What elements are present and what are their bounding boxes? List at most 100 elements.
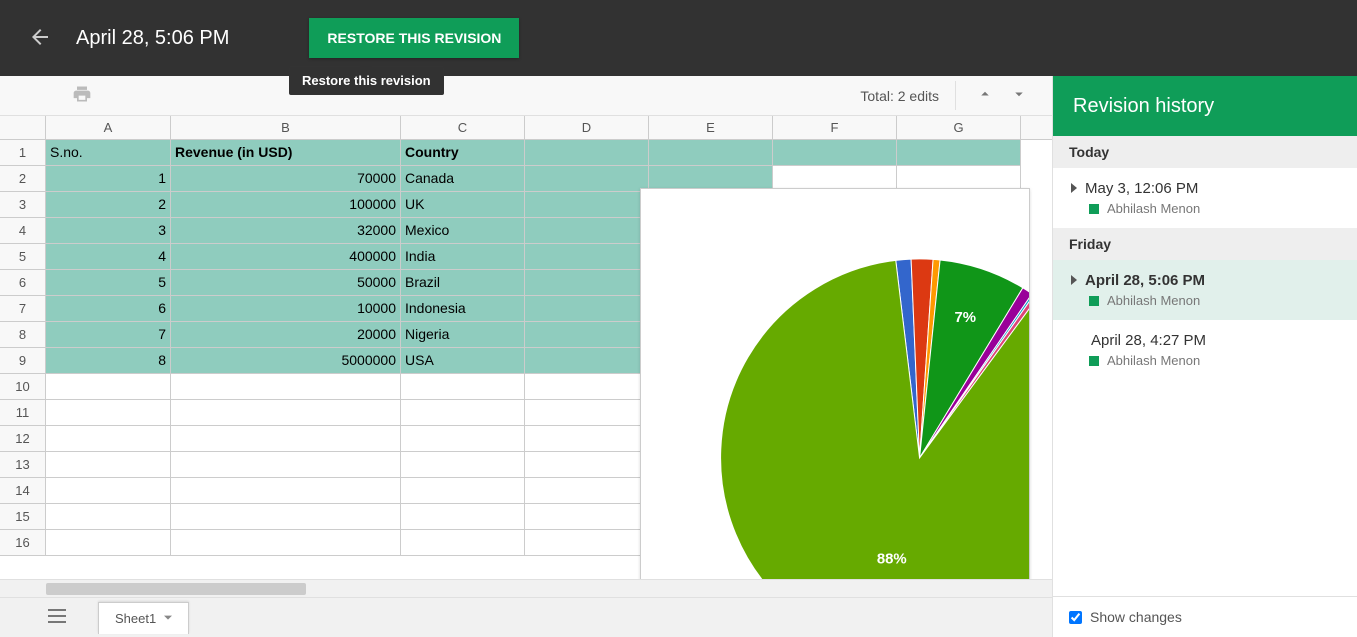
column-header[interactable]: F [773, 116, 897, 139]
cell[interactable] [401, 452, 525, 478]
cell[interactable]: 5 [46, 270, 171, 296]
row-header[interactable]: 3 [0, 192, 46, 218]
cell[interactable] [525, 426, 649, 452]
cell[interactable] [171, 504, 401, 530]
row-header[interactable]: 4 [0, 218, 46, 244]
cell[interactable]: 7 [46, 322, 171, 348]
cell[interactable]: Revenue (in USD) [171, 140, 401, 166]
row-header[interactable]: 10 [0, 374, 46, 400]
column-header[interactable]: A [46, 116, 171, 139]
back-arrow-icon[interactable] [20, 17, 60, 60]
cell[interactable] [525, 478, 649, 504]
cell[interactable] [171, 452, 401, 478]
spreadsheet-grid[interactable]: ABCDEFG 1S.no.Revenue (in USD)Country217… [0, 116, 1052, 579]
cell[interactable]: 100000 [171, 192, 401, 218]
cell[interactable] [525, 374, 649, 400]
row-header[interactable]: 9 [0, 348, 46, 374]
cell[interactable] [525, 452, 649, 478]
cell[interactable] [525, 270, 649, 296]
cell[interactable]: Canada [401, 166, 525, 192]
expand-arrow-icon[interactable] [1069, 273, 1079, 288]
cell[interactable]: 3 [46, 218, 171, 244]
cell[interactable]: 5000000 [171, 348, 401, 374]
sheet-tab[interactable]: Sheet1 [98, 602, 189, 634]
row-header[interactable]: 8 [0, 322, 46, 348]
show-changes-toggle[interactable]: Show changes [1053, 596, 1357, 637]
expand-arrow-icon[interactable] [1069, 181, 1079, 196]
cell[interactable]: 10000 [171, 296, 401, 322]
cell[interactable] [525, 140, 649, 166]
cell[interactable] [401, 426, 525, 452]
row-header[interactable]: 6 [0, 270, 46, 296]
cell[interactable]: 32000 [171, 218, 401, 244]
cell[interactable]: 2 [46, 192, 171, 218]
row-header[interactable]: 11 [0, 400, 46, 426]
revision-item[interactable]: May 3, 12:06 PMAbhilash Menon [1053, 168, 1357, 228]
pie-chart[interactable]: 7%88% [640, 188, 1030, 579]
cell[interactable] [525, 530, 649, 556]
cell[interactable] [401, 478, 525, 504]
row-header[interactable]: 7 [0, 296, 46, 322]
row-header[interactable]: 16 [0, 530, 46, 556]
revision-item[interactable]: April 28, 4:27 PMAbhilash Menon [1053, 320, 1357, 380]
row-header[interactable]: 12 [0, 426, 46, 452]
cell[interactable] [401, 400, 525, 426]
cell[interactable]: Country [401, 140, 525, 166]
cell[interactable]: Nigeria [401, 322, 525, 348]
cell[interactable]: 20000 [171, 322, 401, 348]
cell[interactable] [46, 504, 171, 530]
cell[interactable] [401, 374, 525, 400]
scrollbar-thumb[interactable] [46, 583, 306, 595]
cell[interactable] [46, 530, 171, 556]
cell[interactable]: Indonesia [401, 296, 525, 322]
cell[interactable] [525, 348, 649, 374]
column-header[interactable]: G [897, 116, 1021, 139]
cell[interactable] [401, 504, 525, 530]
row-header[interactable]: 15 [0, 504, 46, 530]
cell[interactable]: 4 [46, 244, 171, 270]
cell[interactable] [649, 140, 773, 166]
cell[interactable] [773, 140, 897, 166]
restore-revision-button[interactable]: RESTORE THIS REVISION [309, 18, 519, 58]
select-all-corner[interactable] [0, 116, 46, 139]
column-header[interactable]: E [649, 116, 773, 139]
cell[interactable]: India [401, 244, 525, 270]
cell[interactable] [525, 296, 649, 322]
cell[interactable]: Mexico [401, 218, 525, 244]
cell[interactable]: 8 [46, 348, 171, 374]
row-header[interactable]: 13 [0, 452, 46, 478]
cell[interactable] [525, 218, 649, 244]
revision-item[interactable]: April 28, 5:06 PMAbhilash Menon [1053, 260, 1357, 320]
cell[interactable] [171, 400, 401, 426]
cell[interactable] [46, 478, 171, 504]
cell[interactable] [171, 374, 401, 400]
column-header[interactable]: C [401, 116, 525, 139]
horizontal-scrollbar[interactable] [0, 579, 1052, 597]
cell[interactable]: Brazil [401, 270, 525, 296]
cell[interactable] [525, 504, 649, 530]
cell[interactable] [897, 140, 1021, 166]
cell[interactable] [171, 426, 401, 452]
cell[interactable]: 6 [46, 296, 171, 322]
next-edit-button[interactable] [1002, 81, 1036, 110]
row-header[interactable]: 5 [0, 244, 46, 270]
cell[interactable] [46, 452, 171, 478]
cell[interactable] [171, 530, 401, 556]
cell[interactable]: 400000 [171, 244, 401, 270]
prev-edit-button[interactable] [968, 81, 1002, 110]
row-header[interactable]: 2 [0, 166, 46, 192]
cell[interactable]: 70000 [171, 166, 401, 192]
row-header[interactable]: 14 [0, 478, 46, 504]
column-header[interactable]: D [525, 116, 649, 139]
cell[interactable] [46, 374, 171, 400]
cell[interactable]: 50000 [171, 270, 401, 296]
show-changes-checkbox[interactable] [1069, 611, 1082, 624]
cell[interactable]: UK [401, 192, 525, 218]
row-header[interactable]: 1 [0, 140, 46, 166]
cell[interactable] [525, 400, 649, 426]
column-header[interactable]: B [171, 116, 401, 139]
cell[interactable] [525, 322, 649, 348]
cell[interactable] [401, 530, 525, 556]
cell[interactable] [46, 400, 171, 426]
cell[interactable] [525, 192, 649, 218]
